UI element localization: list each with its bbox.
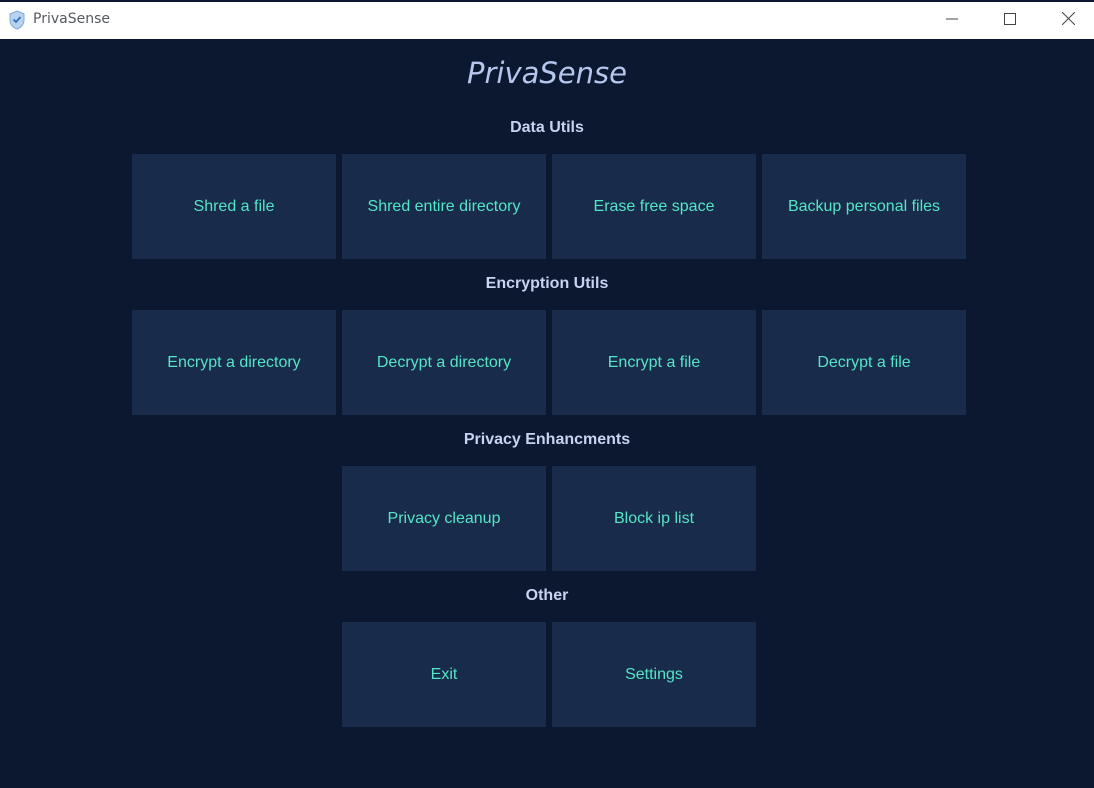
minimize-button[interactable] (924, 2, 980, 39)
section-title-encryption-utils: Encryption Utils (485, 275, 609, 292)
block-ip-list-button[interactable]: Block ip list (552, 466, 756, 571)
privacy-cleanup-button[interactable]: Privacy cleanup (342, 466, 546, 571)
close-button[interactable] (1040, 2, 1094, 39)
section-title-data-utils: Data Utils (510, 119, 584, 136)
maximize-button[interactable] (982, 2, 1038, 39)
title-bar[interactable]: PrivaSense (0, 0, 1094, 39)
decrypt-file-button[interactable]: Decrypt a file (762, 310, 966, 415)
close-icon (1061, 11, 1075, 30)
section-title-other: Other (525, 587, 569, 604)
shred-file-button[interactable]: Shred a file (132, 154, 336, 259)
encrypt-file-button[interactable]: Encrypt a file (552, 310, 756, 415)
window-title: PrivaSense (33, 11, 110, 27)
settings-button[interactable]: Settings (552, 622, 756, 727)
app-window: PrivaSense PrivaSense Data Utils Shred a… (0, 0, 1094, 788)
section-title-privacy-enhancements: Privacy Enhancments (463, 431, 631, 448)
app-heading: PrivaSense (467, 56, 627, 90)
erase-free-space-button[interactable]: Erase free space (552, 154, 756, 259)
exit-button[interactable]: Exit (342, 622, 546, 727)
decrypt-directory-button[interactable]: Decrypt a directory (342, 310, 546, 415)
shield-check-icon (8, 10, 26, 30)
minimize-icon (946, 12, 958, 30)
backup-personal-files-button[interactable]: Backup personal files (762, 154, 966, 259)
shred-directory-button[interactable]: Shred entire directory (342, 154, 546, 259)
encrypt-directory-button[interactable]: Encrypt a directory (132, 310, 336, 415)
maximize-icon (1004, 12, 1016, 30)
